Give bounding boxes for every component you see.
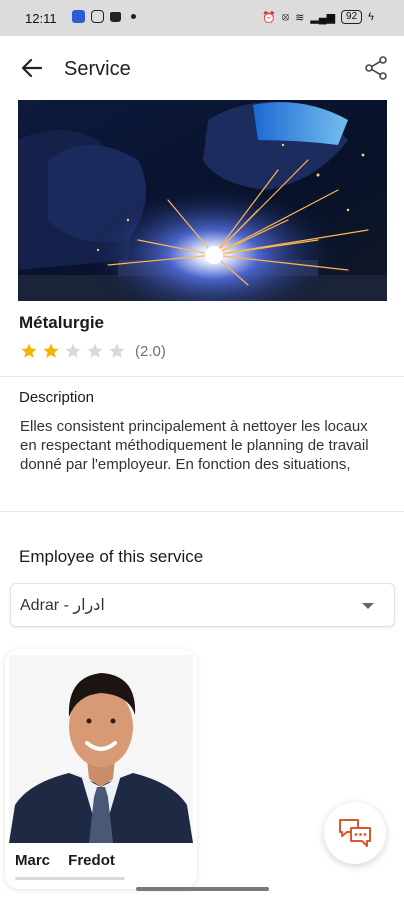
status-bar: 12:11 ⏰ ⦻ ≋ ▂▄▆ 92 ϟ xyxy=(0,0,404,36)
alarm-icon: ⏰ xyxy=(262,11,276,24)
back-button[interactable] xyxy=(18,54,46,82)
more-notifications-icon xyxy=(131,14,136,19)
employee-card[interactable]: Marc Fredot xyxy=(5,649,197,889)
service-name: Métalurgie xyxy=(19,313,105,332)
description-text: Elles consistent principalement à nettoy… xyxy=(20,418,369,473)
wifi-icon: ≋ xyxy=(295,11,305,24)
charging-icon: ϟ xyxy=(368,11,374,23)
chevron-down-icon xyxy=(362,603,374,609)
employees-title: Employee of this service xyxy=(19,547,204,566)
star-icon xyxy=(87,343,103,358)
chat-button[interactable] xyxy=(324,802,386,864)
share-button[interactable] xyxy=(362,54,390,82)
location-select-value: Adrar - ادرار xyxy=(20,597,105,614)
vibrate-icon: ⦻ xyxy=(281,10,290,23)
chat-icon xyxy=(339,819,371,847)
system-icons: ⏰ ⦻ ≋ ▂▄▆ 92 ϟ xyxy=(262,10,374,24)
arrow-left-icon xyxy=(21,58,43,78)
star-icon xyxy=(65,343,81,358)
employee-portrait xyxy=(9,655,193,843)
bag-icon xyxy=(110,11,121,22)
employee-photo xyxy=(9,655,193,843)
description-title: Description xyxy=(19,389,95,406)
battery-icon: 92 xyxy=(341,10,363,24)
share-icon xyxy=(365,56,387,80)
rating: (2.0) xyxy=(19,342,166,360)
instagram-icon xyxy=(91,10,104,23)
star-icon xyxy=(21,343,37,358)
signal-icon: ▂▄▆ xyxy=(310,11,336,24)
status-time: 12:11 xyxy=(25,11,57,26)
welding-photo xyxy=(18,100,387,301)
rating-value: (2.0) xyxy=(135,342,166,360)
service-image xyxy=(18,100,387,301)
app-bar: Service xyxy=(0,36,404,100)
notification-icons xyxy=(72,10,136,23)
star-icon xyxy=(43,343,59,358)
divider xyxy=(0,376,404,377)
location-select[interactable]: Adrar - ادرار xyxy=(10,583,395,627)
page-title: Service xyxy=(64,58,131,80)
star-icon xyxy=(109,343,125,358)
app-notification-icon xyxy=(72,10,85,23)
employee-detail-blurred xyxy=(15,877,125,880)
employee-name: Marc Fredot xyxy=(15,852,115,869)
home-indicator[interactable] xyxy=(136,887,269,891)
divider xyxy=(0,511,404,512)
